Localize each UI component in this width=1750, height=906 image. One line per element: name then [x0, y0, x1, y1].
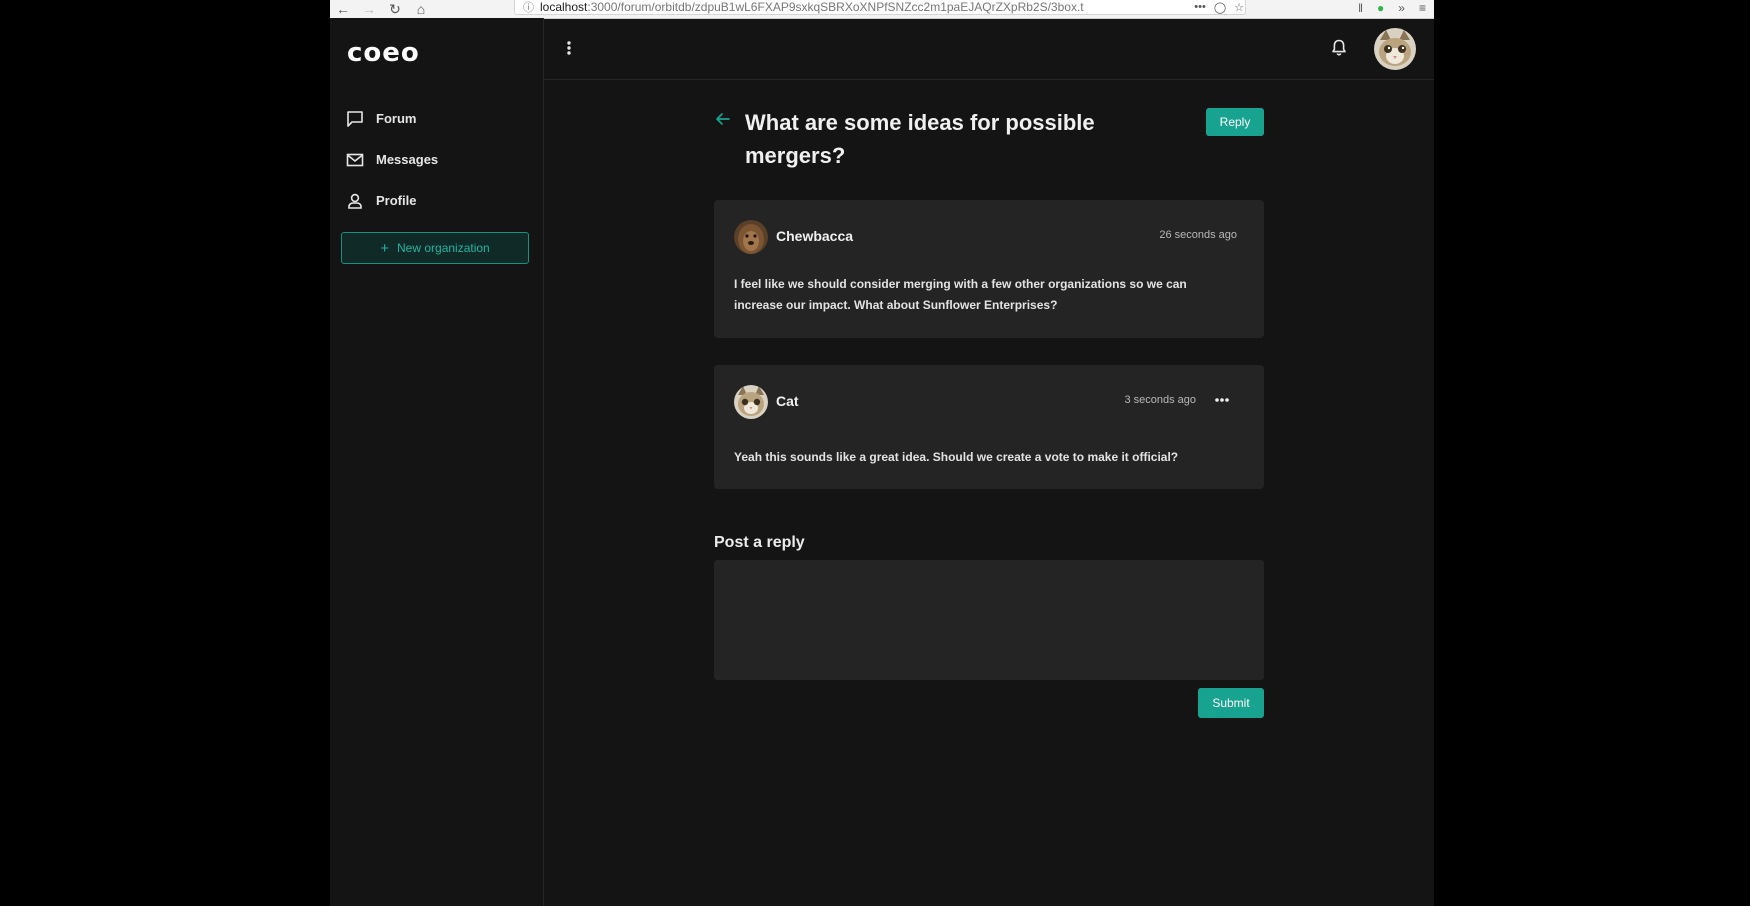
envelope-icon [346, 151, 364, 169]
new-organization-button[interactable]: + New organization [341, 232, 529, 264]
forward-icon[interactable]: → [356, 0, 382, 18]
sidebar-item-messages[interactable]: Messages [346, 139, 438, 180]
bookmark-star-icon[interactable]: ☆ [1234, 1, 1244, 14]
sidebar-item-forum[interactable]: Forum [346, 98, 438, 139]
kebab-menu-icon[interactable] [564, 38, 574, 58]
url-path: :3000/forum/orbitdb/zdpuB1wL6FXAP9sxkqSB… [587, 0, 1084, 14]
post-body: I feel like we should consider merging w… [734, 277, 1187, 312]
browser-extensions: ‖ ● » ≡ [1358, 0, 1426, 16]
notification-bell-icon[interactable] [1330, 38, 1348, 58]
url-actions: ••• ◯ ☆ [1194, 0, 1244, 14]
sidebar-item-label: Profile [376, 193, 417, 208]
info-icon[interactable]: ⓘ [523, 0, 534, 14]
reply-textarea[interactable] [714, 560, 1264, 680]
reload-icon[interactable]: ↻ [382, 0, 408, 18]
post-timestamp: 3 seconds ago [1124, 394, 1196, 406]
thread-title: What are some ideas for possible mergers… [745, 110, 1095, 168]
forum-post: Chewbacca 26 seconds ago I feel like we … [714, 200, 1264, 338]
chat-bubble-icon [346, 110, 364, 128]
forum-post: Cat 3 seconds ago Yeah this sounds like … [714, 365, 1264, 489]
plus-icon: + [380, 239, 390, 257]
user-avatar[interactable] [1374, 28, 1416, 70]
post-reply-heading: Post a reply [714, 534, 805, 551]
post-options-icon[interactable] [1212, 393, 1232, 407]
submit-button[interactable]: Submit [1198, 688, 1264, 718]
post-timestamp: 26 seconds ago [1159, 229, 1237, 241]
back-icon[interactable]: ← [330, 0, 356, 18]
sidebar-item-label: Forum [376, 111, 417, 126]
home-icon[interactable]: ⌂ [408, 0, 434, 18]
app-logo[interactable]: coeo [347, 38, 420, 68]
sidebar: coeo Forum Messages Profile + New organi… [330, 18, 544, 906]
pocket-icon[interactable]: ◯ [1214, 1, 1226, 14]
post-body: Yeah this sounds like a great idea. Shou… [734, 450, 1179, 464]
extension-icon[interactable]: ● [1377, 1, 1384, 15]
sidebar-item-label: Messages [376, 152, 439, 167]
address-bar[interactable]: ⓘ localhost :3000/forum/orbitdb/zdpuB1wL… [514, 0, 1246, 15]
post-author-name[interactable]: Chewbacca [776, 228, 853, 244]
library-icon[interactable]: ‖ [1358, 1, 1363, 15]
reply-button[interactable]: Reply [1206, 108, 1264, 136]
post-author-avatar[interactable] [734, 385, 768, 419]
top-header [544, 18, 1434, 80]
new-organization-label: New organization [397, 241, 490, 255]
post-author-name[interactable]: Cat [776, 393, 799, 409]
sidebar-item-profile[interactable]: Profile [346, 180, 438, 221]
post-author-avatar[interactable] [734, 220, 768, 254]
back-arrow-icon[interactable] [714, 110, 732, 128]
sidebar-nav: Forum Messages Profile [346, 98, 438, 221]
browser-toolbar: ← → ↻ ⌂ ⓘ localhost :3000/forum/orbitdb/… [330, 0, 1434, 19]
person-icon [346, 192, 364, 210]
hamburger-menu-icon[interactable]: ≡ [1419, 1, 1426, 15]
page-actions-icon[interactable]: ••• [1194, 1, 1206, 13]
url-host: localhost [540, 0, 588, 14]
app-screen: ← → ↻ ⌂ ⓘ localhost :3000/forum/orbitdb/… [330, 0, 1434, 906]
overflow-chevron-icon[interactable]: » [1398, 1, 1405, 15]
